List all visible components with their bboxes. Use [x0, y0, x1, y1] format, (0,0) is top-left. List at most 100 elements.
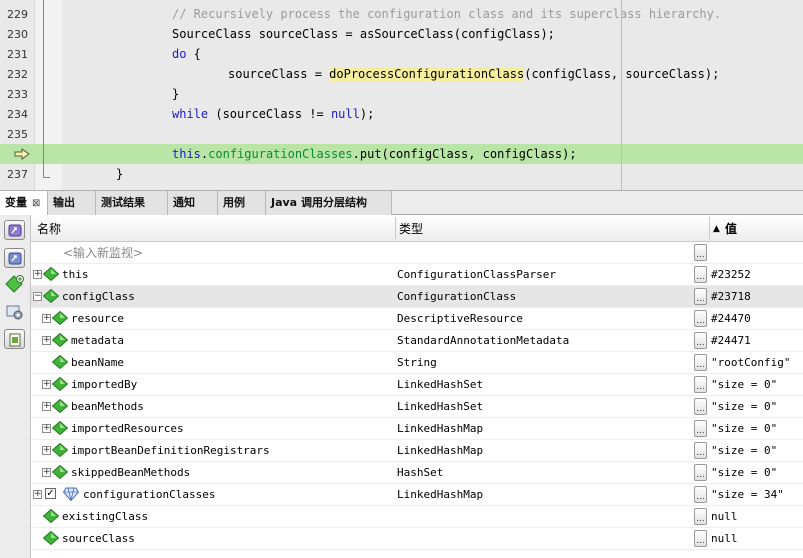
code-token: );: [359, 107, 375, 121]
value-edit-button[interactable]: ...: [694, 486, 707, 503]
close-icon[interactable]: ⊠: [32, 198, 40, 209]
current-code-line[interactable]: 236this.configurationClasses.put(configC…: [0, 144, 803, 164]
tab-label: Java 调用分层结构: [271, 196, 367, 209]
variable-name: beanMethods: [71, 400, 144, 413]
variable-name: skippedBeanMethods: [71, 466, 191, 479]
table-row[interactable]: + importedBy LinkedHashSet... "size = 0": [31, 374, 803, 396]
tab-output[interactable]: 输出: [48, 191, 96, 215]
table-row[interactable]: + beanMethods LinkedHashSet... "size = 0": [31, 396, 803, 418]
table-row[interactable]: − configClass ConfigurationClass... #23718: [31, 286, 803, 308]
tab-variables[interactable]: 变量 ⊠: [0, 191, 48, 215]
code-line[interactable]: 233}: [0, 84, 803, 104]
code-text: do {: [172, 47, 201, 61]
fold-guide: [43, 0, 44, 178]
comment-token: // Recursively process the configuration…: [172, 7, 722, 21]
table-row[interactable]: + resource DescriptiveResource... #24470: [31, 308, 803, 330]
code-token: sourceClass =: [228, 67, 330, 81]
line-number: 232: [7, 68, 28, 81]
value-edit-button[interactable]: ...: [694, 310, 707, 327]
keyword-token: null: [330, 107, 360, 121]
expand-icon[interactable]: +: [42, 402, 51, 411]
line-number: 230: [7, 28, 28, 41]
column-divider[interactable]: [709, 217, 710, 239]
code-line[interactable]: 234 while (sourceClass != null);: [0, 104, 803, 124]
collapse-icon[interactable]: −: [33, 292, 42, 301]
variable-name: importedBy: [71, 378, 138, 391]
code-line[interactable]: 231 do {: [0, 44, 803, 64]
watch-button[interactable]: [4, 220, 25, 240]
code-line[interactable]: 229 // Recursively process the configurat…: [0, 4, 803, 24]
code-text: // Recursively process the configuration…: [172, 7, 721, 21]
keyword-token: while: [172, 107, 209, 121]
table-row[interactable]: + metadata StandardAnnotationMetadata... #2…: [31, 330, 803, 352]
table-row[interactable]: + this ConfigurationClassParser... #23252: [31, 264, 803, 286]
column-header-name[interactable]: 名称: [37, 215, 61, 241]
expand-icon[interactable]: +: [33, 490, 42, 499]
column-divider[interactable]: [395, 217, 396, 239]
variable-name: existingClass: [62, 510, 149, 523]
variable-name: sourceClass: [62, 532, 135, 545]
value-edit-button[interactable]: ...: [694, 332, 707, 349]
expand-icon[interactable]: +: [42, 468, 51, 477]
code-line[interactable]: 235: [0, 124, 803, 144]
watch-checkbox[interactable]: ✓: [45, 488, 56, 499]
watch-add-icon: [8, 252, 22, 265]
variable-value: #23252: [711, 268, 751, 281]
variable-type: ConfigurationClass: [397, 290, 517, 303]
variable-type: LinkedHashMap: [397, 444, 484, 457]
code-line[interactable]: 232 sourceClass = doProcessConfigurationC…: [0, 64, 803, 84]
value-edit-button[interactable]: ...: [694, 530, 707, 547]
settings-button[interactable]: [6, 303, 24, 324]
table-row[interactable]: beanName String... "rootConfig": [31, 352, 803, 374]
new-watch-button[interactable]: [5, 275, 25, 296]
table-row[interactable]: + importedResources LinkedHashMap... "size …: [31, 418, 803, 440]
line-number: 229: [7, 8, 28, 21]
value-edit-button[interactable]: ...: [694, 442, 707, 459]
tab-java-call-hierarchy[interactable]: Java 调用分层结构: [266, 191, 392, 215]
line-number: 234: [7, 108, 28, 121]
value-edit-button[interactable]: ...: [694, 288, 707, 305]
value-edit-button[interactable]: ...: [694, 464, 707, 481]
value-edit-button[interactable]: ...: [694, 508, 707, 525]
code-text: this.configurationClasses.put(configClas…: [172, 147, 577, 161]
value-edit-button[interactable]: ...: [694, 354, 707, 371]
expand-icon[interactable]: +: [42, 380, 51, 389]
field-icon: [52, 311, 68, 325]
code-token: {: [186, 47, 201, 61]
clipboard-button[interactable]: [4, 329, 25, 349]
variable-name: resource: [71, 312, 124, 325]
table-row[interactable]: + importBeanDefinitionRegistrars LinkedHas…: [31, 440, 803, 462]
tab-label: 输出: [53, 196, 75, 209]
expand-icon[interactable]: +: [42, 446, 51, 455]
table-row[interactable]: + ✓ configurationClasses LinkedHashMap... "s…: [31, 484, 803, 506]
watch-add-button[interactable]: [4, 248, 25, 268]
value-edit-button[interactable]: ...: [694, 376, 707, 393]
expand-icon[interactable]: +: [42, 336, 51, 345]
value-edit-button[interactable]: ...: [694, 266, 707, 283]
value-edit-button[interactable]: ...: [694, 244, 707, 261]
expand-icon[interactable]: +: [33, 270, 42, 279]
code-editor[interactable]: 229 // Recursively process the configurat…: [0, 0, 803, 190]
settings-icon: [6, 305, 23, 320]
table-row[interactable]: + skippedBeanMethods HashSet... "size = 0": [31, 462, 803, 484]
value-edit-button[interactable]: ...: [694, 420, 707, 437]
new-watch-placeholder[interactable]: <输入新监视>: [63, 242, 143, 263]
new-watch-row[interactable]: <输入新监视>...: [31, 242, 803, 264]
field-token: configurationClasses: [208, 147, 353, 161]
table-row[interactable]: existingClass... null: [31, 506, 803, 528]
tab-test-results[interactable]: 测试结果: [96, 191, 168, 215]
tab-use-cases[interactable]: 用例: [218, 191, 266, 215]
expand-icon[interactable]: +: [42, 424, 51, 433]
table-row[interactable]: sourceClass... null: [31, 528, 803, 550]
code-line[interactable]: 237}: [0, 164, 803, 184]
expand-icon[interactable]: +: [42, 314, 51, 323]
value-edit-button[interactable]: ...: [694, 398, 707, 415]
variable-value: "size = 0": [711, 466, 778, 479]
field-icon: [43, 509, 59, 523]
column-header-value[interactable]: 值: [725, 215, 737, 241]
code-line[interactable]: 230 SourceClass sourceClass = asSourceCla…: [0, 24, 803, 44]
tab-notifications[interactable]: 通知: [168, 191, 218, 215]
variable-name: this: [62, 268, 89, 281]
variable-name: importedResources: [71, 422, 184, 435]
column-header-type[interactable]: 类型: [399, 215, 423, 241]
